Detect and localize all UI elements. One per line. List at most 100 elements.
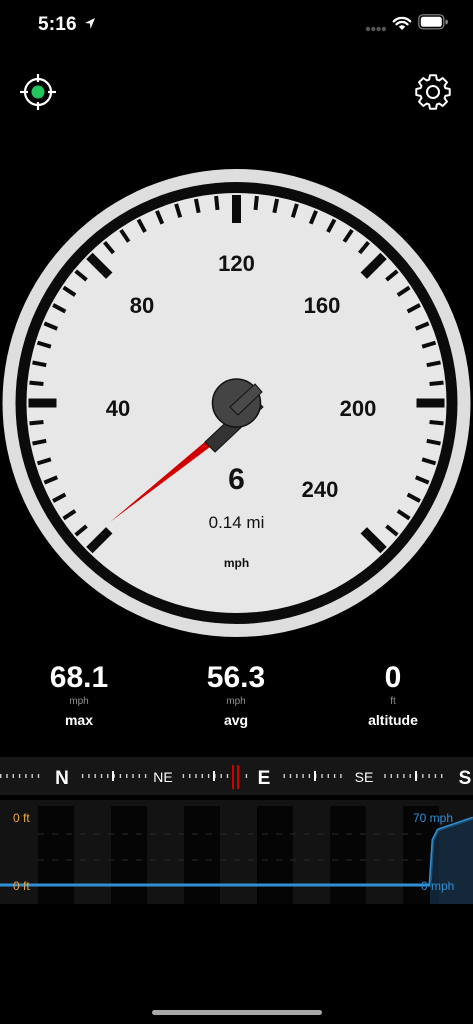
gauge-label: 40	[106, 396, 130, 421]
compass-scale: N NE E SE S	[0, 765, 472, 789]
compass-strip: N NE E SE S	[0, 757, 473, 795]
gps-status-dot	[31, 85, 45, 99]
compass-tick	[88, 774, 90, 778]
compass-tick	[289, 774, 292, 778]
battery-icon	[418, 14, 448, 30]
speed-axis-top: 70 mph	[413, 811, 454, 825]
altitude-unit: ft	[390, 696, 396, 707]
home-indicator[interactable]	[152, 1010, 322, 1015]
altitude-axis-top: 0 ft	[13, 811, 30, 825]
compass-tick	[428, 774, 430, 778]
compass-tick	[107, 774, 109, 778]
compass-tick	[296, 774, 298, 778]
gear-icon	[415, 74, 451, 110]
compass-heading: S	[459, 768, 472, 789]
gauge-minor-tick	[214, 195, 220, 211]
compass-heading: NE	[153, 769, 172, 785]
compass-tick	[333, 774, 336, 778]
gauge-minor-tick	[429, 420, 444, 426]
stat-max: 68.1 mph max	[9, 660, 149, 730]
current-speed: 6	[228, 463, 245, 496]
max-speed-unit: mph	[69, 696, 89, 707]
max-speed-label: max	[64, 712, 94, 728]
compass-tick	[119, 774, 122, 778]
gauge-minor-tick	[193, 198, 201, 214]
speedometer-gauge: 0 40 80 120 160 200 240 6 0.14 mi mph	[2, 169, 471, 645]
compass-tick	[138, 774, 140, 778]
compass-heading: SE	[355, 769, 374, 785]
compass-tick	[321, 774, 323, 778]
stat-altitude: 0 ft altitude	[323, 660, 463, 730]
gps-status-button[interactable]	[19, 73, 57, 111]
graph-column-band	[111, 806, 147, 904]
speed-unit: mph	[224, 556, 249, 570]
compass-heading: N	[55, 768, 69, 789]
compass-tick	[396, 774, 399, 778]
gps-crosshair-icon	[20, 74, 56, 110]
trip-stats: 68.1 mph max 56.3 mph avg 0 ft altitude	[0, 660, 473, 740]
gauge-label: 200	[340, 396, 377, 421]
avg-speed-value: 56.3	[206, 661, 266, 694]
gauge-label: 120	[218, 251, 255, 276]
graph-plot	[0, 806, 473, 904]
compass-major-tick	[213, 771, 215, 781]
compass-major-tick	[314, 771, 316, 781]
location-arrow-icon	[85, 18, 95, 29]
compass-tick	[0, 774, 2, 778]
compass-major-tick	[112, 771, 114, 781]
compass-tick	[126, 774, 128, 778]
altitude-label: altitude	[368, 712, 418, 728]
speed-axis-bottom: 0 mph	[421, 879, 455, 893]
compass-tick	[201, 774, 203, 778]
compass-tick	[390, 774, 392, 778]
compass-tick	[94, 774, 96, 778]
compass-tick	[327, 774, 329, 778]
compass-tick	[384, 774, 386, 778]
stat-avg: 56.3 mph avg	[166, 660, 306, 730]
compass-tick	[340, 774, 342, 778]
compass-tick	[409, 774, 411, 778]
compass-tick	[189, 774, 191, 778]
compass-tick	[207, 774, 210, 778]
gauge-minor-tick	[32, 360, 47, 368]
compass-tick	[422, 774, 424, 778]
altitude-value: 0	[384, 661, 402, 694]
compass-tick	[18, 774, 21, 778]
compass-tick	[132, 774, 134, 778]
compass-tick	[100, 774, 103, 778]
avg-speed-label: avg	[223, 712, 249, 728]
max-speed-value: 68.1	[49, 661, 109, 694]
settings-button[interactable]	[413, 72, 453, 112]
gauge-minor-tick	[426, 438, 441, 446]
avg-speed-unit: mph	[226, 696, 246, 707]
graph-gridlines	[38, 833, 430, 861]
compass-heading-marker	[232, 765, 234, 789]
compass-tick	[434, 774, 437, 778]
compass-tick	[144, 774, 147, 778]
compass-tick	[441, 774, 443, 778]
graph-column-band	[184, 806, 220, 904]
compass-tick	[12, 774, 14, 778]
altitude-axis-bottom: 0 ft	[13, 879, 30, 893]
compass-major-tick	[415, 771, 417, 781]
speed-altitude-graph: 0 ft 0 ft 70 mph 0 mph	[0, 800, 473, 904]
compass-tick	[283, 774, 285, 778]
compass-heading: E	[258, 768, 271, 789]
graph-column-band	[330, 806, 366, 904]
gauge-label: 240	[302, 477, 339, 502]
gauge-minor-tick	[29, 380, 44, 386]
compass-tick	[31, 774, 33, 778]
wifi-icon	[392, 16, 412, 30]
gauge-label: 80	[130, 293, 154, 318]
gauge-minor-tick	[29, 420, 44, 426]
status-time: 5:16	[38, 14, 77, 35]
gauge-minor-tick	[253, 195, 259, 211]
status-bar: 5:16	[0, 0, 473, 50]
compass-tick	[308, 774, 311, 778]
compass-tick	[37, 774, 40, 778]
graph-column-band	[38, 806, 74, 904]
gauge-minor-tick	[272, 198, 280, 214]
gauge-label: 0	[156, 642, 168, 645]
compass-tick	[302, 774, 304, 778]
compass-tick	[403, 774, 405, 778]
